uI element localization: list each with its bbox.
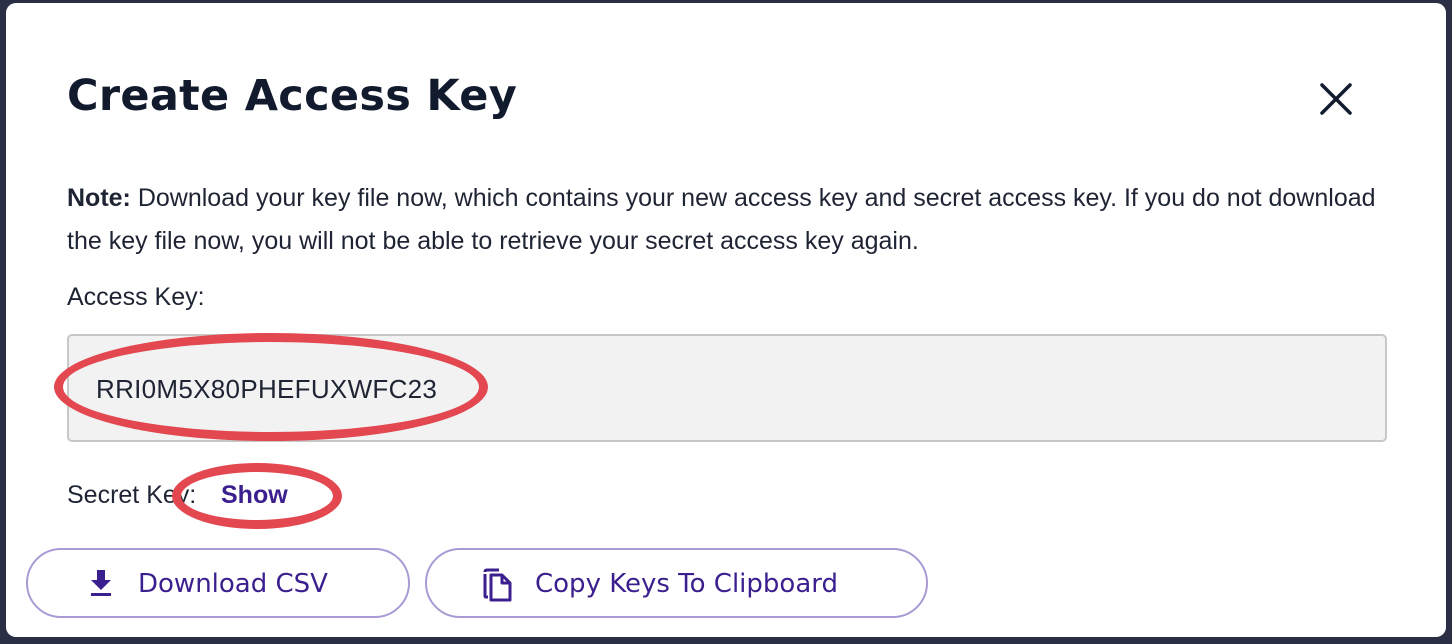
copy-icon bbox=[481, 567, 515, 610]
secret-key-label: Secret Key: bbox=[67, 481, 197, 509]
access-key-field[interactable]: RRI0M5X80PHEFUXWFC23 bbox=[67, 334, 1387, 442]
access-key-label: Access Key: bbox=[67, 283, 205, 311]
create-access-key-dialog: Create Access Key Note: Download your ke… bbox=[6, 3, 1446, 637]
copy-keys-button[interactable]: Copy Keys To Clipboard bbox=[425, 548, 928, 618]
copy-keys-label: Copy Keys To Clipboard bbox=[535, 569, 838, 599]
close-icon bbox=[1320, 83, 1352, 115]
download-icon bbox=[86, 567, 116, 606]
note-text: Note: Download your key file now, which … bbox=[67, 177, 1387, 263]
download-csv-button[interactable]: Download CSV bbox=[26, 548, 410, 618]
dialog-title: Create Access Key bbox=[67, 71, 518, 121]
note-body: Download your key file now, which contai… bbox=[67, 184, 1376, 255]
download-csv-label: Download CSV bbox=[138, 569, 328, 599]
show-secret-key-link[interactable]: Show bbox=[221, 481, 288, 510]
close-button[interactable] bbox=[1314, 77, 1358, 121]
note-label: Note: bbox=[67, 184, 131, 212]
access-key-value: RRI0M5X80PHEFUXWFC23 bbox=[96, 374, 438, 404]
secret-key-row: Secret Key: Show bbox=[67, 481, 288, 510]
